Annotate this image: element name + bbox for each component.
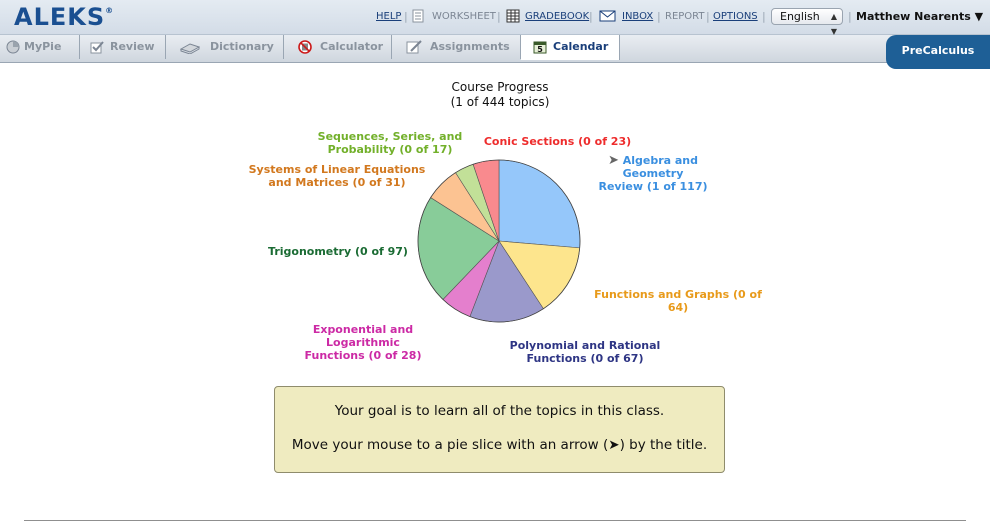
label-systems-linear[interactable]: Systems of Linear Equations and Matrices…: [248, 163, 426, 189]
slice-label-line1: Exponential and Logarithmic: [312, 323, 414, 349]
goal-message-box: Your goal is to learn all of the topics …: [274, 386, 725, 473]
slice-label-line1: Sequences, Series, and: [317, 130, 463, 143]
goal-line-1: Your goal is to learn all of the topics …: [334, 403, 665, 419]
slice-label-line1: Polynomial and Rational: [509, 339, 661, 352]
label-algebra-geometry[interactable]: ➤ Algebra and Geometry Review (1 of 117): [578, 154, 728, 193]
slice-label-line1: Systems of Linear Equations: [248, 163, 426, 176]
slice-label-line1: Functions and Graphs (0 of 64): [594, 288, 762, 314]
arrow-icon: ➤: [607, 153, 619, 168]
label-functions-graphs[interactable]: Functions and Graphs (0 of 64): [583, 288, 773, 314]
label-exponential-logarithmic[interactable]: Exponential and Logarithmic Functions (0…: [274, 323, 452, 362]
slice-label-line2: Functions (0 of 67): [526, 352, 644, 365]
slice-label-line1: Trigonometry (0 of 97): [268, 245, 408, 258]
label-conic-sections[interactable]: Conic Sections (0 of 23): [480, 135, 635, 148]
label-trigonometry[interactable]: Trigonometry (0 of 97): [264, 245, 412, 258]
pie-slice-0[interactable]: [498, 159, 581, 249]
goal-line-2: Move your mouse to a pie slice with an a…: [291, 437, 708, 453]
slice-label-line1: Algebra and Geometry: [622, 154, 699, 180]
slice-label-line2: and Matrices (0 of 31): [268, 176, 406, 189]
slice-label-line2: Probability (0 of 17): [327, 143, 453, 156]
footer-divider: [24, 520, 966, 521]
label-sequences-series[interactable]: Sequences, Series, and Probability (0 of…: [312, 130, 468, 156]
label-polynomial-rational[interactable]: Polynomial and Rational Functions (0 of …: [505, 339, 665, 365]
slice-label-line1: Conic Sections (0 of 23): [483, 135, 632, 148]
slice-label-line2: Functions (0 of 28): [304, 349, 422, 362]
pie-slices: [417, 159, 581, 323]
slice-label-line2: Review (1 of 117): [598, 180, 708, 193]
